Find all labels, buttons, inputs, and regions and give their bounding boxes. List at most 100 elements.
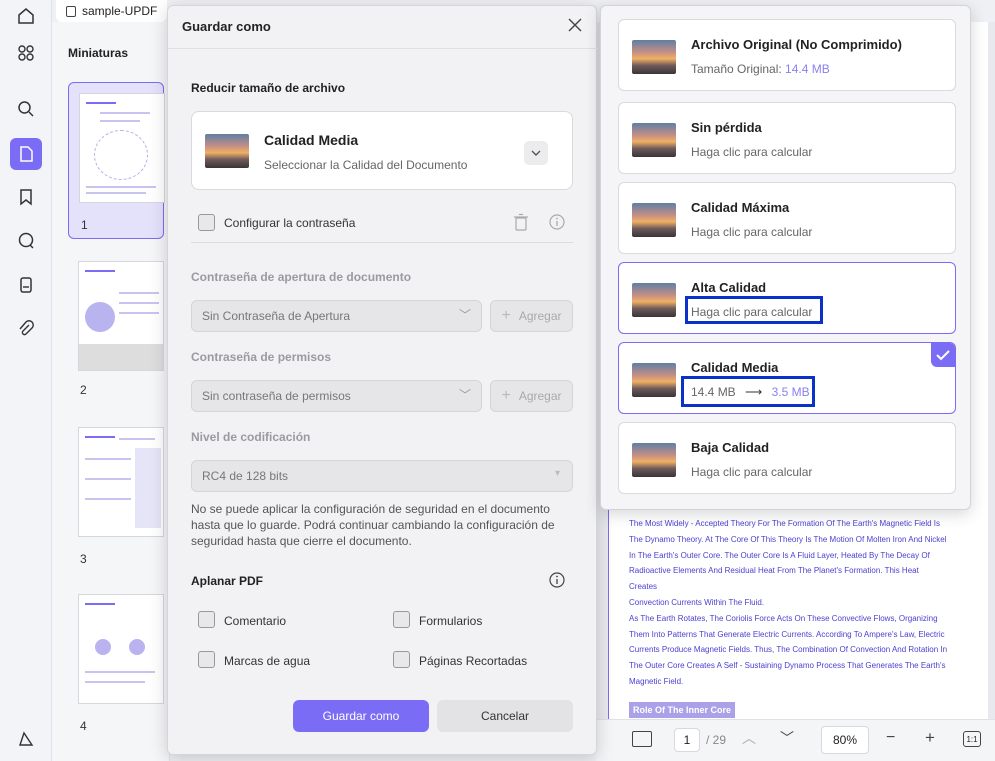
plus-icon: + bbox=[501, 387, 511, 404]
stamp-icon[interactable] bbox=[10, 269, 42, 301]
zoom-in-icon[interactable]: + bbox=[925, 728, 935, 748]
quality-selected-title: Calidad Media bbox=[264, 132, 359, 148]
permissions-value: Sin contraseña de permisos bbox=[202, 389, 351, 403]
flatten-cropped-checkbox[interactable] bbox=[393, 651, 410, 668]
password-checkbox[interactable] bbox=[198, 214, 215, 231]
document-tab-title: sample-UPDF bbox=[82, 4, 158, 18]
chevron-down-icon: ﹀ bbox=[458, 308, 471, 322]
bookmark-icon[interactable] bbox=[10, 181, 42, 213]
thumbnail-page-1[interactable]: 1 bbox=[68, 82, 165, 239]
home-icon[interactable] bbox=[10, 0, 42, 32]
document-icon bbox=[66, 5, 76, 17]
flatten-heading: Aplanar PDF bbox=[191, 574, 264, 588]
quality-option-medium[interactable]: Calidad Media 14.4 MB ⟶ 3.5 MB bbox=[618, 342, 956, 414]
text-line: The Most Widely - Accepted Theory For Th… bbox=[629, 519, 940, 528]
thumbnail-page-number: 1 bbox=[81, 218, 88, 232]
close-icon[interactable] bbox=[566, 16, 584, 34]
landscape-image-icon bbox=[632, 40, 676, 74]
text-line: The Outer Core Creates A Self - Sustaini… bbox=[629, 661, 946, 671]
document-text: The Most Widely - Accepted Theory For Th… bbox=[629, 516, 949, 690]
reduce-size-heading: Reducir tamaño de archivo bbox=[191, 81, 346, 95]
thumbnail-page-2[interactable]: 2 bbox=[68, 259, 164, 406]
add-permissions-button[interactable]: + Agregar bbox=[490, 380, 573, 412]
dialog-title: Guardar como bbox=[182, 19, 271, 34]
text-line: As The Earth Rotates, The Coriolis Force… bbox=[629, 613, 938, 623]
layers-icon[interactable] bbox=[10, 723, 42, 755]
quality-option-low[interactable]: Baja Calidad Haga clic para calcular bbox=[618, 422, 956, 494]
attachment-icon[interactable] bbox=[10, 313, 42, 345]
fit-page-button[interactable]: 1:1 bbox=[963, 731, 981, 747]
text-line: Convection Currents Within The Fluid. bbox=[629, 597, 765, 607]
page-number: 1 bbox=[683, 733, 691, 747]
flatten-cropped-label: Páginas Recortadas bbox=[419, 654, 528, 668]
flatten-comment-checkbox[interactable] bbox=[198, 611, 215, 628]
quality-option-original[interactable]: Archivo Original (No Comprimido) Tamaño … bbox=[618, 19, 956, 91]
divider bbox=[191, 242, 573, 243]
text-line: Them Into Patterns That Generate Electri… bbox=[629, 629, 945, 639]
landscape-image-icon bbox=[632, 123, 676, 157]
chevron-down-icon[interactable] bbox=[524, 141, 548, 165]
open-password-value: Sin Contraseña de Apertura bbox=[202, 309, 351, 323]
document-tab[interactable]: sample-UPDF bbox=[56, 0, 168, 22]
quality-dropdown: Archivo Original (No Comprimido) Tamaño … bbox=[600, 5, 971, 510]
text-line: In The Earth's Outer Core. The Outer Cor… bbox=[629, 550, 930, 560]
bottom-toolbar: 1 / 29 ︿ ﹀ 80% − + 1:1 bbox=[596, 719, 995, 761]
landscape-image-icon bbox=[632, 363, 676, 397]
save-as-dialog: Guardar como Reducir tamaño de archivo C… bbox=[167, 5, 598, 755]
chevron-up-icon[interactable]: ︿ bbox=[742, 728, 756, 748]
add-open-password-button[interactable]: + Agregar bbox=[490, 300, 573, 332]
page-number-input[interactable]: 1 bbox=[674, 728, 700, 752]
divider bbox=[168, 48, 598, 49]
apps-icon[interactable] bbox=[10, 37, 42, 69]
thumbnail-page-4[interactable]: 4 bbox=[68, 594, 164, 741]
text-line: Currents Produce Magnetic Fields. Thus, … bbox=[629, 645, 948, 655]
quality-option-maximum[interactable]: Calidad Máxima Haga clic para calcular bbox=[618, 182, 956, 254]
flatten-forms-checkbox[interactable] bbox=[393, 611, 410, 628]
zoom-value: 80% bbox=[832, 733, 858, 747]
left-toolbar bbox=[0, 0, 52, 761]
permissions-heading: Contraseña de permisos bbox=[191, 350, 332, 364]
landscape-image-icon bbox=[632, 203, 676, 237]
chevron-down-icon: ▾ bbox=[554, 468, 560, 479]
quality-select[interactable]: Calidad Media Seleccionar la Calidad del… bbox=[191, 111, 573, 190]
thumbnail-image bbox=[78, 261, 164, 371]
add-label: Agregar bbox=[518, 389, 562, 403]
open-password-heading: Contraseña de apertura de documento bbox=[191, 270, 412, 284]
option-subtitle: Haga clic para calcular bbox=[691, 145, 813, 159]
text-line: Radioactive Elements And Residual Heat F… bbox=[629, 566, 919, 592]
add-label: Agregar bbox=[518, 309, 562, 323]
comment-icon[interactable] bbox=[10, 225, 42, 257]
page-total: / 29 bbox=[706, 733, 727, 747]
pages-icon[interactable] bbox=[10, 138, 42, 170]
password-checkbox-label: Configurar la contraseña bbox=[224, 216, 356, 230]
section-heading: Role Of The Inner Core bbox=[629, 702, 736, 718]
open-password-select[interactable]: Sin Contraseña de Apertura ﹀ bbox=[191, 300, 482, 332]
display-mode-icon[interactable] bbox=[632, 731, 652, 747]
trash-icon[interactable] bbox=[513, 213, 529, 231]
landscape-image-icon bbox=[632, 443, 676, 477]
flatten-watermark-checkbox[interactable] bbox=[198, 651, 215, 668]
save-as-button[interactable]: Guardar como bbox=[293, 700, 429, 732]
search-icon[interactable] bbox=[10, 93, 42, 125]
quality-selected-subtitle: Seleccionar la Calidad del Documento bbox=[264, 158, 468, 172]
option-subtitle: Haga clic para calcular bbox=[691, 465, 813, 479]
cancel-button[interactable]: Cancelar bbox=[437, 700, 573, 732]
option-subtitle: Haga clic para calcular bbox=[691, 225, 813, 239]
chevron-down-icon[interactable]: ﹀ bbox=[780, 728, 794, 748]
info-icon[interactable] bbox=[549, 572, 565, 588]
option-subtitle-prefix: Tamaño Original: bbox=[691, 62, 786, 76]
thumbnails-title: Miniaturas bbox=[68, 46, 129, 60]
thumbnail-image bbox=[79, 93, 165, 203]
permissions-select[interactable]: Sin contraseña de permisos ﹀ bbox=[191, 380, 482, 412]
thumbnail-page-3[interactable]: 3 bbox=[68, 427, 164, 574]
option-subtitle: Tamaño Original: 14.4 MB bbox=[691, 62, 830, 76]
flatten-comment-label: Comentario bbox=[224, 614, 287, 628]
encryption-select[interactable]: RC4 de 128 bits ▾ bbox=[191, 460, 573, 492]
quality-option-high[interactable]: Alta Calidad Haga clic para calcular bbox=[618, 262, 956, 334]
info-icon[interactable] bbox=[549, 214, 565, 230]
zoom-out-icon[interactable]: − bbox=[886, 729, 895, 747]
flatten-watermark-label: Marcas de agua bbox=[224, 654, 311, 668]
quality-option-lossless[interactable]: Sin pérdida Haga clic para calcular bbox=[618, 102, 956, 174]
thumbnail-page-number: 2 bbox=[80, 383, 87, 397]
zoom-level[interactable]: 80% bbox=[821, 726, 869, 754]
